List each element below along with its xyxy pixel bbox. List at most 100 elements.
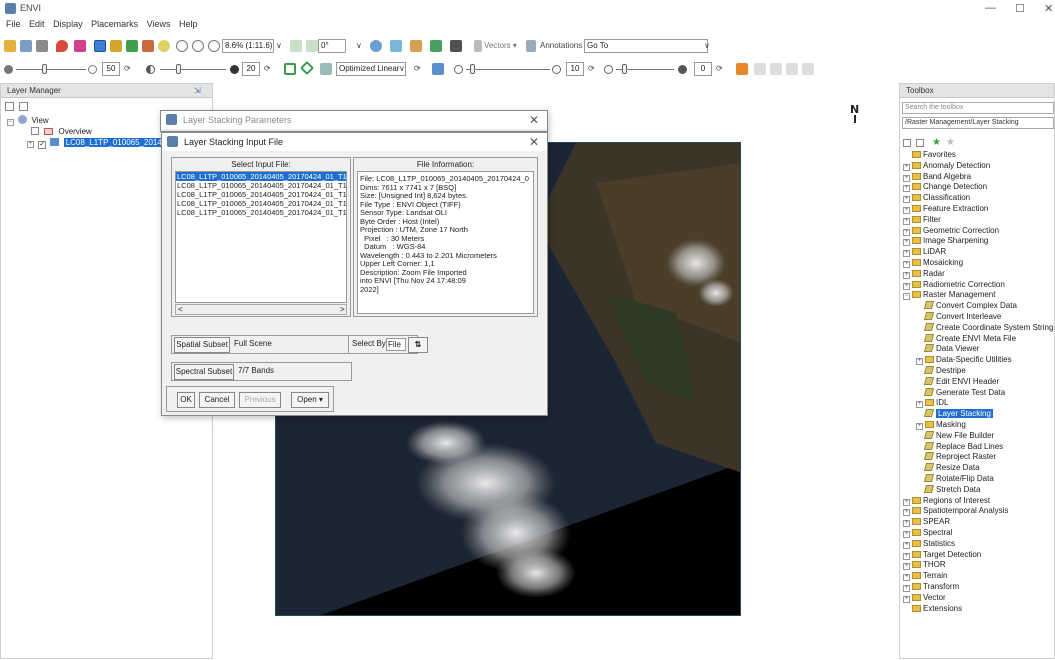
toolbox-item[interactable]: Edit ENVI Header [916, 376, 999, 387]
rotation-combo[interactable]: 0° [318, 39, 346, 53]
contrast-reset-icon[interactable]: ⟳ [264, 64, 271, 73]
toolbox-item[interactable]: + Terrain [903, 571, 947, 582]
pan-icon[interactable] [110, 40, 122, 52]
placemark-icon[interactable] [56, 40, 68, 52]
open-file-icon[interactable] [4, 40, 16, 52]
toolbox-item[interactable]: + Spatiotemporal Analysis [903, 506, 1008, 517]
toolbox-item[interactable]: + SPEAR [903, 517, 950, 528]
expand-icon[interactable]: + [903, 563, 910, 571]
expand-icon[interactable]: + [903, 595, 910, 603]
toolbox-item[interactable]: + Band Algebra [903, 172, 971, 182]
brightness-slider-track[interactable] [16, 69, 86, 70]
transparency-slider-knob[interactable] [622, 64, 627, 74]
toolbox-item[interactable]: + THOR [903, 560, 946, 571]
toolbox-item[interactable]: Convert Interleave [916, 312, 1001, 322]
view-flicker-icon[interactable] [770, 63, 782, 75]
cancel-button[interactable]: Cancel [199, 392, 235, 408]
toolbox-item[interactable]: Stretch Data [916, 484, 980, 495]
rotate-icon[interactable] [142, 40, 154, 52]
maximize-button[interactable]: ☐ [1015, 2, 1025, 15]
measure-icon[interactable] [390, 40, 402, 52]
stretch-full-icon[interactable] [299, 60, 315, 76]
toolbox-expand-icon[interactable] [916, 139, 924, 147]
stretch-refresh-icon[interactable]: ⟳ [414, 64, 421, 73]
zoom-in-icon[interactable] [176, 40, 188, 52]
histogram-icon[interactable] [432, 63, 444, 75]
toolbox-item[interactable]: + Filter [903, 215, 941, 225]
sharpen-slider-knob[interactable] [470, 64, 475, 74]
expand-icon[interactable]: + [903, 509, 910, 517]
menu-file[interactable]: File [6, 19, 21, 29]
scroll-left-icon[interactable]: < [178, 305, 183, 314]
sharpen-value[interactable]: 10 [566, 62, 584, 76]
toolbox-item[interactable]: Create ENVI Meta File [916, 333, 1016, 344]
annotations-menu[interactable]: Annotations ▾ [540, 41, 589, 50]
rotate-right-icon[interactable] [306, 40, 318, 52]
expand-icon[interactable]: + [903, 574, 910, 582]
toolbox-item[interactable]: Generate Test Data [916, 387, 1005, 398]
layer-checkbox[interactable]: ✓ [38, 141, 47, 149]
file-list-item[interactable]: LC08_L1TP_010065_20140405_20170424_01_T1 [176, 172, 346, 181]
expand-icon[interactable]: + [903, 217, 910, 225]
file-list-item[interactable]: LC08_L1TP_010065_20140405_20170424_01_T1 [176, 181, 346, 190]
expand-icon[interactable]: + [903, 239, 910, 247]
file-list-item[interactable]: LC08_L1TP_010065_20140405_20170424_01_T1 [176, 199, 346, 208]
toolbox-item[interactable]: + Classification [903, 193, 970, 204]
expand-icon[interactable]: + [903, 261, 910, 268]
close-button[interactable]: ✕ [1044, 2, 1053, 15]
stretch-combo[interactable]: Optimized Linear [336, 62, 406, 76]
toolbox-item[interactable]: + LiDAR [903, 247, 946, 258]
expand-icon[interactable]: + [916, 358, 923, 366]
goto-dropdown-icon[interactable]: ∨ [704, 41, 710, 50]
stretch-extent-icon[interactable] [284, 63, 296, 75]
toolbox-item[interactable]: + Data-Specific Utilities [916, 355, 1012, 366]
toolbox-item[interactable]: + Mosaicking [903, 258, 963, 268]
sharpen-slider-track[interactable] [466, 69, 550, 70]
toolbox-item[interactable]: + Regions of Interest [903, 496, 990, 506]
toolbox-item[interactable]: Layer Stacking [916, 409, 993, 419]
toolbox-item[interactable]: Extensions [903, 604, 962, 614]
brightness-reset-icon[interactable]: ⟳ [124, 64, 131, 73]
toolbox-item[interactable]: + Radiometric Correction [903, 280, 1005, 290]
menu-placemarks[interactable]: Placemarks [91, 19, 138, 29]
expand-icon[interactable]: + [903, 520, 910, 528]
toolbox-search-input[interactable]: Search the toolbox [902, 102, 1054, 114]
expand-icon[interactable]: + [903, 552, 910, 560]
toolbox-item[interactable]: + Transform [903, 582, 959, 592]
toolbox-item[interactable]: − Raster Management [903, 290, 995, 301]
crosshair-icon[interactable] [74, 40, 86, 52]
sharpen-reset-icon[interactable]: ⟳ [588, 64, 595, 73]
stretch-dropdown-icon[interactable]: ∨ [399, 64, 405, 73]
overview-checkbox[interactable] [31, 127, 39, 135]
chip-icon[interactable] [736, 63, 748, 75]
expand-icon[interactable]: + [916, 423, 923, 430]
layer-manager-icon[interactable] [36, 40, 48, 52]
expand-icon[interactable]: + [903, 207, 910, 214]
layer-node[interactable]: LC08_L1TP_010065_20140 [63, 138, 169, 147]
toolbox-item[interactable]: + Target Detection [903, 550, 981, 560]
select-by-value[interactable]: File [386, 338, 406, 351]
menu-edit[interactable]: Edit [29, 19, 45, 29]
transparency-reset-icon[interactable]: ⟳ [716, 64, 723, 73]
expand-icon[interactable]: + [903, 271, 910, 279]
brightness-value[interactable]: 50 [102, 62, 120, 76]
toolbox-item[interactable]: Rotate/Flip Data [916, 474, 994, 484]
toolbox-item[interactable]: + Vector [903, 593, 946, 603]
transparency-value[interactable]: 0 [694, 62, 712, 76]
toolbox-item[interactable]: + Feature Extraction [903, 204, 988, 214]
zoom-dropdown-icon[interactable]: ∨ [276, 41, 282, 50]
stack-params-close[interactable]: ✕ [529, 111, 539, 129]
select-icon[interactable] [94, 40, 106, 52]
stack-params-titlebar[interactable]: Layer Stacking Parameters ✕ [161, 111, 547, 129]
expand-icon[interactable]: + [916, 401, 923, 409]
crosshairs-icon[interactable] [410, 40, 422, 52]
menu-help[interactable]: Help [179, 19, 198, 29]
expand-icon[interactable]: + [903, 196, 910, 204]
annotation-text-icon[interactable] [450, 40, 462, 52]
collapse-all-icon[interactable] [5, 102, 14, 111]
contrast-slider-track[interactable] [160, 69, 226, 70]
toolbox-item[interactable]: Destripe [916, 366, 966, 376]
minimize-button[interactable]: — [985, 2, 996, 14]
contrast-slider-knob[interactable] [176, 64, 181, 74]
menu-display[interactable]: Display [53, 19, 83, 29]
